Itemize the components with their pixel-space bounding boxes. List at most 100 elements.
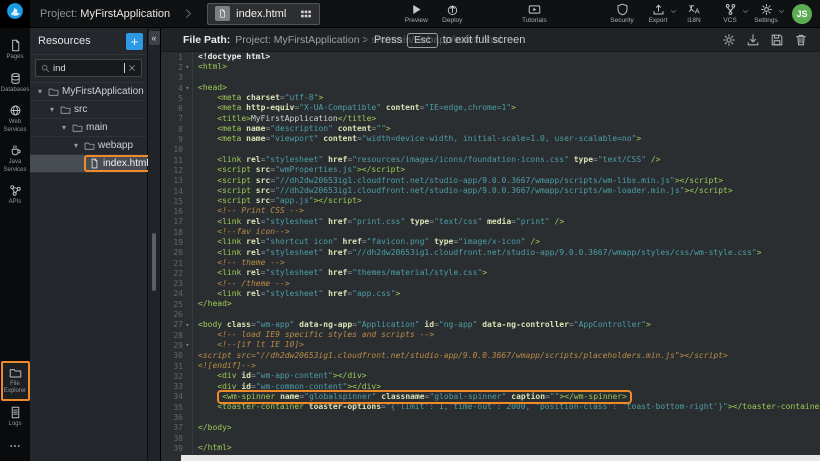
sidebar-item-web-services[interactable]: Web Services (0, 99, 30, 139)
code-line-10[interactable]: 10 (161, 145, 820, 155)
fold-gutter (183, 114, 193, 124)
code-line-13[interactable]: 13 <script src="//dh2dw20653ig1.cloudfro… (161, 176, 820, 186)
clear-search-icon[interactable] (128, 64, 136, 72)
caret-down-icon[interactable]: ▾ (38, 87, 48, 96)
fold-icon[interactable]: ▾ (183, 340, 193, 350)
code-line-18[interactable]: 18 <!--fav icon--> (161, 227, 820, 237)
code-line-6[interactable]: 6 <meta http-equiv="X-UA-Compatible" con… (161, 103, 820, 113)
topbar-settings-button[interactable]: Settings (748, 1, 784, 26)
caret-down-icon[interactable]: ▾ (74, 141, 84, 150)
tree-item-src[interactable]: ▾src (30, 101, 147, 119)
tree-item-myfirstapplication[interactable]: ▾MyFirstApplication (30, 83, 147, 101)
code-line-21[interactable]: 21 <!-- theme --> (161, 258, 820, 268)
download-button[interactable] (746, 33, 760, 47)
code-text: <!-- /theme --> (193, 279, 290, 289)
code-line-15[interactable]: 15 <script src="app.js"></script> (161, 196, 820, 206)
resources-title: Resources (38, 35, 126, 47)
code-line-8[interactable]: 8 <meta name="description" content=""> (161, 124, 820, 134)
line-number: 18 (161, 228, 183, 237)
code-line-7[interactable]: 7 <title>MyFirstApplication</title> (161, 114, 820, 124)
code-line-3[interactable]: 3 (161, 73, 820, 83)
code-line-23[interactable]: 23 <!-- /theme --> (161, 279, 820, 289)
topbar-security-button[interactable]: Security (604, 1, 640, 26)
tree-item-label: webapp (98, 140, 133, 151)
topbar-export-button[interactable]: Export (640, 1, 676, 26)
code-line-37[interactable]: 37</body> (161, 423, 820, 433)
project-breadcrumb: Project:MyFirstApplication (40, 8, 170, 20)
code-line-22[interactable]: 22 <link rel="stylesheet" href="themes/m… (161, 268, 820, 278)
sidebar-item-pages[interactable]: Pages (0, 34, 30, 67)
sidebar-item-java-services[interactable]: Java Services (0, 139, 30, 179)
code-line-31[interactable]: 31<![endif]--> (161, 361, 820, 371)
code-line-36[interactable]: 36 (161, 412, 820, 422)
chevron-right-icon (183, 8, 194, 19)
collapse-panel-button[interactable]: « (149, 31, 160, 45)
code-line-38[interactable]: 38 (161, 433, 820, 443)
code-line-17[interactable]: 17 <link rel="stylesheet" href="print.cs… (161, 217, 820, 227)
fold-gutter (183, 309, 193, 319)
code-line-4[interactable]: 4▾<head> (161, 83, 820, 93)
sidebar-item-apis[interactable]: APIs (0, 179, 30, 212)
tree-item-webapp[interactable]: ▾ webapp (30, 137, 147, 155)
topbar-button-label: VCS (723, 17, 736, 24)
more-options-icon[interactable] (9, 433, 21, 459)
editor-horizontal-scrollbar[interactable] (181, 455, 820, 461)
line-number: 34 (161, 392, 183, 401)
code-line-14[interactable]: 14 <script src="//dh2dw20653ig1.cloudfro… (161, 186, 820, 196)
code-line-28[interactable]: 28 <!-- load IE9 specific styles and scr… (161, 330, 820, 340)
code-line-39[interactable]: 39</html> (161, 443, 820, 453)
search-input[interactable]: ind (35, 59, 142, 77)
topbar-i18n-button[interactable]: Ai18N (676, 1, 712, 26)
code-line-25[interactable]: 25</head> (161, 299, 820, 309)
vcs-icon (724, 3, 737, 16)
code-line-27[interactable]: 27▾<body class="wm-app" data-ng-app="App… (161, 320, 820, 330)
sidebar-item-logs[interactable]: Logs (0, 401, 30, 434)
code-line-16[interactable]: 16 <!-- Print CSS --> (161, 206, 820, 216)
fold-icon[interactable]: ▾ (183, 62, 193, 72)
save-button[interactable] (770, 33, 784, 47)
sidebar-item-file-explorer[interactable]: File Explorer (1, 361, 30, 401)
tab-index-html[interactable]: index.html (207, 3, 320, 25)
code-line-30[interactable]: 30<script src="//dh2dw20653ig1.cloudfron… (161, 351, 820, 361)
code-line-32[interactable]: 32 <div id="wm-app-content"></div> (161, 371, 820, 381)
topbar-tutorials-button[interactable]: Tutorials (516, 1, 552, 26)
code-line-5[interactable]: 5 <meta charset="utf-8"> (161, 93, 820, 103)
grid-icon[interactable] (300, 8, 312, 20)
file-icon (89, 158, 100, 169)
add-resource-button[interactable]: + (126, 33, 143, 50)
tree-item-index-html[interactable]: index.html (30, 155, 147, 173)
sidebar-item-databases[interactable]: Databases (0, 67, 30, 100)
caret-down-icon[interactable]: ▾ (50, 105, 60, 114)
search-value: ind (53, 63, 123, 74)
wavemaker-logo[interactable] (0, 0, 30, 28)
code-line-12[interactable]: 12 <script src="wmProperties.js"></scrip… (161, 165, 820, 175)
fold-icon[interactable]: ▾ (183, 320, 193, 330)
code-line-26[interactable]: 26 (161, 309, 820, 319)
project-name: MyFirstApplication (80, 8, 170, 20)
code-line-2[interactable]: 2▾<html> (161, 62, 820, 72)
tree-item-main[interactable]: ▾main (30, 119, 147, 137)
topbar-right-actions: SecurityExportAi18N VCS Settings (604, 1, 784, 26)
code-line-29[interactable]: 29▾ <!--[if lt IE 10]> (161, 340, 820, 350)
code-area[interactable]: 1<!doctype html>2▾<html>34▾<head>5 <meta… (161, 52, 820, 455)
code-line-1[interactable]: 1<!doctype html> (161, 52, 820, 62)
panel-scrollbar-thumb[interactable] (152, 233, 156, 291)
topbar-preview-button[interactable]: Preview (398, 1, 434, 26)
folder-icon (60, 104, 71, 115)
line-number: 9 (161, 135, 183, 144)
code-line-11[interactable]: 11 <link rel="stylesheet" href="resource… (161, 155, 820, 165)
caret-down-icon[interactable]: ▾ (62, 123, 72, 132)
code-line-19[interactable]: 19 <link rel="shortcut icon" href="favic… (161, 237, 820, 247)
delete-button[interactable] (794, 33, 808, 47)
code-line-24[interactable]: 24 <link rel="stylesheet" href="app.css"… (161, 289, 820, 299)
fold-icon[interactable]: ▾ (183, 83, 193, 93)
topbar-vcs-button[interactable]: VCS (712, 1, 748, 26)
folder-icon (48, 86, 59, 97)
topbar-deploy-button[interactable]: Deploy (434, 1, 470, 26)
code-line-9[interactable]: 9 <meta name="viewport" content="width=d… (161, 134, 820, 144)
code-line-34[interactable]: 34 <wm-spinner name="globalspinner" clas… (161, 392, 820, 402)
editor-settings-button[interactable] (722, 33, 736, 47)
avatar[interactable]: JS (792, 4, 812, 24)
line-number: 35 (161, 403, 183, 412)
code-line-20[interactable]: 20 <link rel="stylesheet" href="//dh2dw2… (161, 248, 820, 258)
